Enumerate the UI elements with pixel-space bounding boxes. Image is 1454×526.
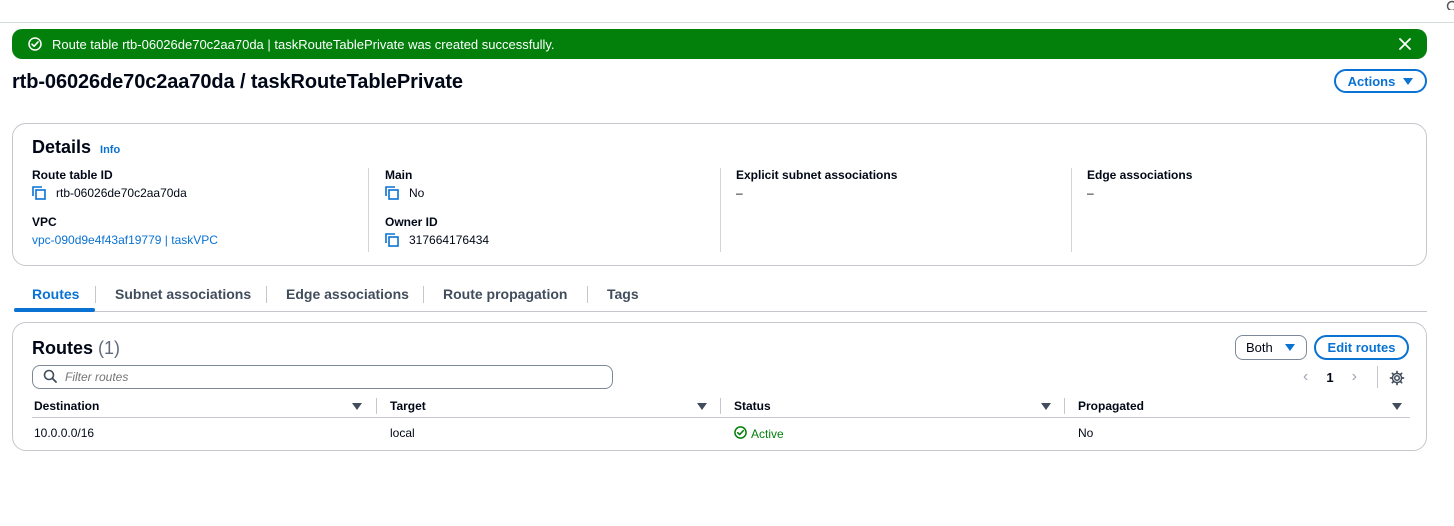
copy-icon[interactable] <box>385 233 399 247</box>
sort-caret-icon[interactable] <box>1041 403 1051 410</box>
check-circle-icon <box>28 37 42 51</box>
details-column-3: Explicit subnet associations – <box>720 168 1070 252</box>
edge-associations-label: Edge associations <box>1087 168 1193 182</box>
propagated-cell: No <box>1078 426 1094 440</box>
tab-separator <box>587 286 588 303</box>
route-table-id-value: rtb-06026de70c2aa70da <box>56 186 187 200</box>
edge-associations-value: – <box>1087 186 1094 200</box>
tab-separator <box>95 286 96 303</box>
details-panel: Details Info Route table ID rtb-06026de7… <box>12 123 1427 266</box>
routes-table-header: Destination Target Status Propagated <box>32 398 1410 418</box>
details-column-1: Route table ID rtb-06026de70c2aa70da VPC… <box>32 168 362 252</box>
status-cell: Active <box>734 426 784 442</box>
column-resizer[interactable] <box>720 398 721 414</box>
info-link[interactable]: Info <box>100 144 120 156</box>
main-label: Main <box>385 168 413 182</box>
gear-icon[interactable] <box>1389 370 1405 386</box>
owner-id-label: Owner ID <box>385 215 438 229</box>
tab-bar: Routes Subnet associations Edge associat… <box>14 276 1427 312</box>
details-column-4: Edge associations – <box>1071 168 1411 252</box>
route-type-select[interactable]: Both <box>1235 335 1307 360</box>
success-flash-banner: Route table rtb-06026de70c2aa70da | task… <box>12 29 1427 59</box>
routes-title: Routes <box>32 338 94 358</box>
status-text: Active <box>751 427 784 441</box>
check-circle-icon <box>734 426 747 442</box>
explicit-subnet-value: – <box>736 186 743 200</box>
routes-heading: Routes (1) <box>32 338 120 359</box>
actions-label: Actions <box>1347 73 1396 89</box>
caret-down-icon <box>1284 344 1295 351</box>
filter-routes-input[interactable] <box>65 370 585 384</box>
sort-caret-icon[interactable] <box>697 403 707 410</box>
details-title: Details <box>32 137 92 157</box>
filter-routes-field[interactable] <box>32 365 613 389</box>
explicit-subnet-label: Explicit subnet associations <box>736 168 898 182</box>
column-header-status[interactable]: Status <box>734 399 771 413</box>
page-title: rtb-06026de70c2aa70da / taskRouteTablePr… <box>12 71 463 93</box>
flash-message: Route table rtb-06026de70c2aa70da | task… <box>52 36 555 52</box>
main-value: No <box>409 186 425 200</box>
active-tab-indicator <box>14 308 95 312</box>
column-resizer[interactable] <box>376 398 377 414</box>
page-number[interactable]: 1 <box>1326 370 1333 385</box>
sort-caret-icon[interactable] <box>1392 403 1402 410</box>
routes-panel: Routes (1) Both Edit routes ‹ 1 › Destin… <box>12 322 1427 451</box>
target-cell: local <box>390 426 415 440</box>
top-divider <box>0 22 1454 23</box>
owner-id-value: 317664176434 <box>409 233 490 247</box>
route-type-select-value: Both <box>1246 340 1273 355</box>
vpc-label: VPC <box>32 215 57 229</box>
tab-routes[interactable]: Routes <box>32 286 79 302</box>
tab-edge-associations[interactable]: Edge associations <box>286 286 409 302</box>
details-column-2: Main No Owner ID 317664176434 <box>368 168 718 252</box>
edit-routes-button[interactable]: Edit routes <box>1314 335 1409 360</box>
chevron-right-icon[interactable]: › <box>1352 368 1357 386</box>
copy-icon[interactable] <box>385 186 399 200</box>
column-header-target[interactable]: Target <box>390 399 426 413</box>
pagination: ‹ 1 › <box>1303 368 1357 386</box>
tab-separator <box>423 286 424 303</box>
column-header-destination[interactable]: Destination <box>34 399 99 413</box>
route-table-id-label: Route table ID <box>32 168 113 182</box>
caret-down-icon <box>1403 77 1414 85</box>
tab-tags[interactable]: Tags <box>607 286 639 302</box>
tab-subnet-associations[interactable]: Subnet associations <box>115 286 251 302</box>
chevron-left-icon[interactable]: ‹ <box>1303 368 1308 386</box>
routes-count: (1) <box>98 338 121 358</box>
copy-icon[interactable] <box>32 186 46 200</box>
sort-caret-icon[interactable] <box>352 403 362 410</box>
search-icon <box>43 369 57 386</box>
clipped-icon <box>1446 0 1454 10</box>
destination-cell: 10.0.0.0/16 <box>34 426 95 440</box>
vpc-link[interactable]: vpc-090d9e4f43af19779 | taskVPC <box>32 233 218 247</box>
column-resizer[interactable] <box>1064 398 1065 414</box>
actions-button[interactable]: Actions <box>1334 69 1427 93</box>
pager-divider <box>1377 366 1378 388</box>
column-header-propagated[interactable]: Propagated <box>1078 399 1144 413</box>
tab-route-propagation[interactable]: Route propagation <box>443 286 567 302</box>
table-row: 10.0.0.0/16 local Active No <box>32 419 1410 447</box>
close-icon[interactable] <box>1397 36 1413 52</box>
tab-separator <box>266 286 267 303</box>
